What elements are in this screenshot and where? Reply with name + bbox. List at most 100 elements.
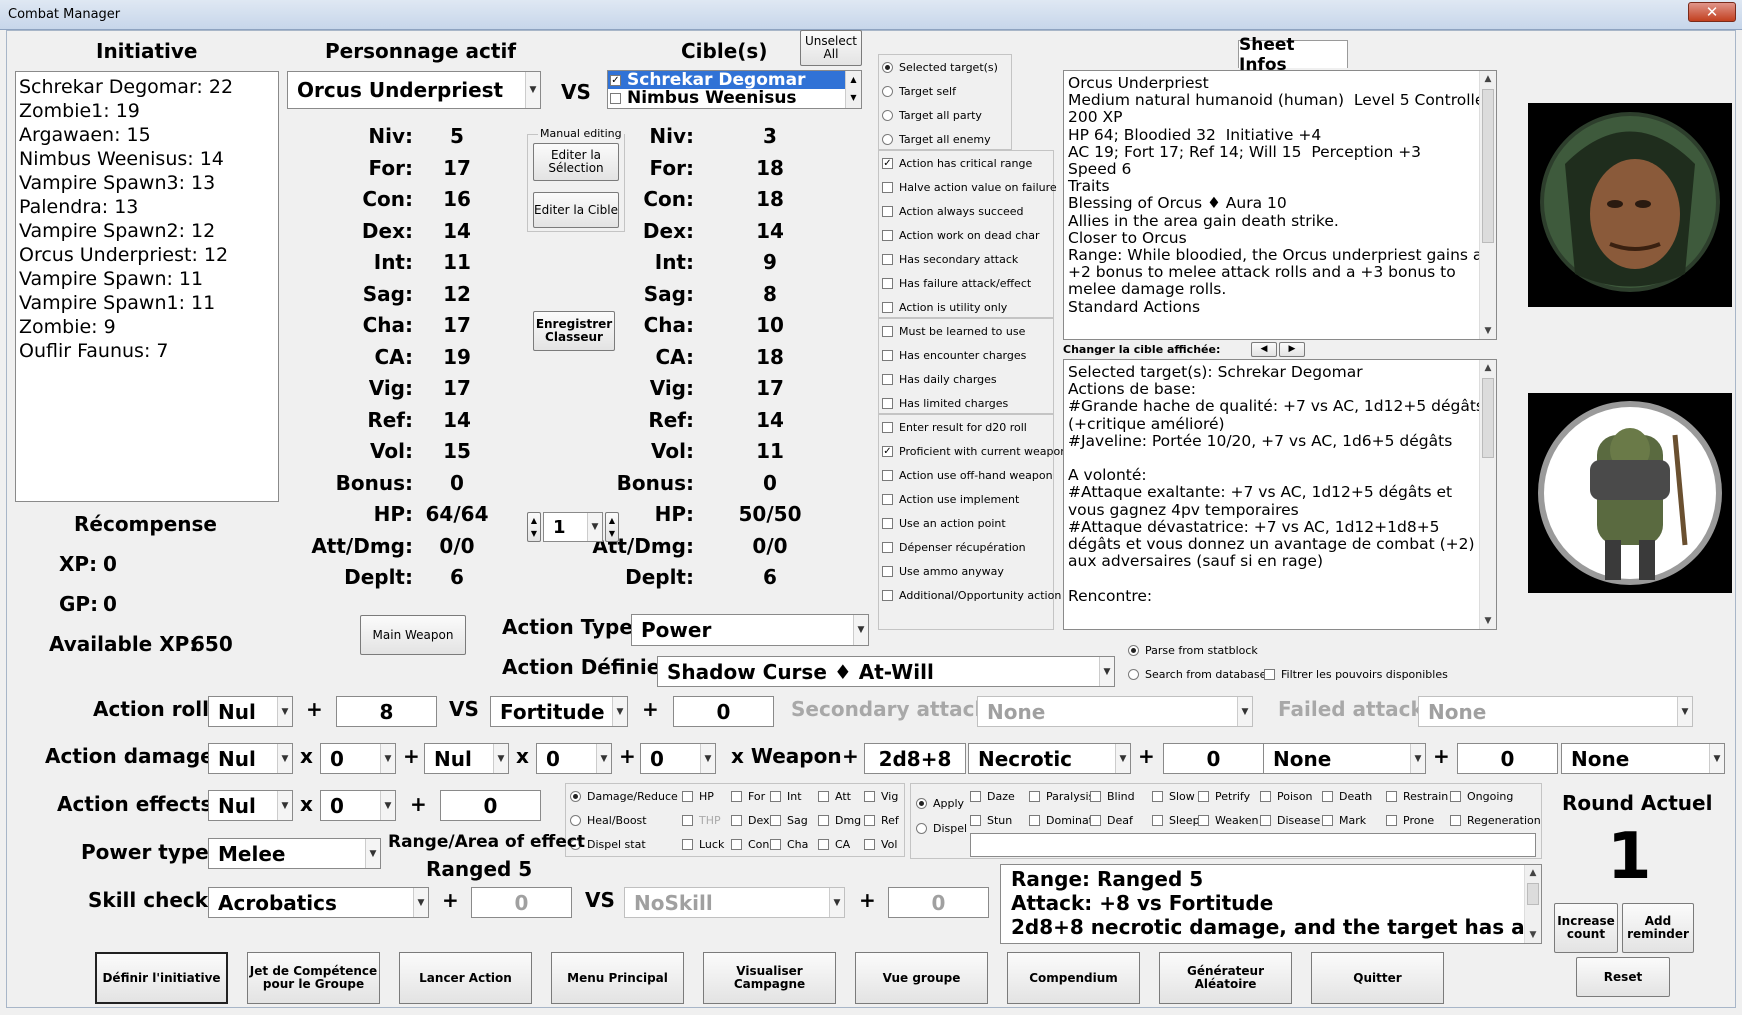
skill-bonus2-input[interactable]: 0 bbox=[888, 887, 989, 918]
effect-stat-checkbox[interactable]: For bbox=[731, 786, 765, 806]
target-list[interactable]: ✓ Schrekar Degomar Nimbus Weenisus ▲ ▼ bbox=[607, 70, 862, 109]
effect-type-select[interactable]: Nul ▼ bbox=[208, 790, 293, 821]
initiative-entry[interactable]: Palendra: 13 bbox=[19, 195, 275, 219]
skill-bonus-input[interactable]: 0 bbox=[471, 887, 572, 918]
initiative-entry[interactable]: Zombie: 9 bbox=[19, 315, 275, 339]
condition-checkbox[interactable]: Stun bbox=[970, 810, 1012, 830]
condition-checkbox[interactable]: Daze bbox=[970, 786, 1015, 806]
bottom-button-5[interactable]: Vue groupe bbox=[855, 952, 988, 1004]
scroll-thumb[interactable] bbox=[1482, 378, 1494, 458]
option-group3-5[interactable]: Dépenser récupération bbox=[882, 537, 1026, 557]
initiative-entry[interactable]: Vampire Spawn1: 11 bbox=[19, 291, 275, 315]
condition-checkbox[interactable]: Mark bbox=[1322, 810, 1366, 830]
condition-checkbox[interactable]: Disease bbox=[1260, 810, 1320, 830]
damage-type4-select[interactable]: None ▼ bbox=[1561, 743, 1725, 774]
condition-checkbox[interactable]: Weaken bbox=[1198, 810, 1258, 830]
scrollbar[interactable]: ▲ ▼ bbox=[1524, 865, 1541, 943]
option-targets-1[interactable]: Target self bbox=[882, 81, 956, 101]
apply-radio[interactable]: Apply bbox=[916, 793, 964, 813]
effect-stat-checkbox[interactable]: Con bbox=[731, 834, 769, 854]
initiative-entry[interactable]: Ouflir Faunus: 7 bbox=[19, 339, 275, 363]
option-group1-0[interactable]: ✓ Action has critical range bbox=[882, 153, 1032, 173]
effect-stat-checkbox[interactable]: Vol bbox=[864, 834, 897, 854]
initiative-entry[interactable]: Argawaen: 15 bbox=[19, 123, 275, 147]
option-group2-1[interactable]: Has encounter charges bbox=[882, 345, 1026, 365]
close-button[interactable]: ✕ bbox=[1688, 2, 1736, 22]
scroll-thumb[interactable] bbox=[1482, 89, 1494, 243]
option-group1-2[interactable]: Action always succeed bbox=[882, 201, 1024, 221]
sheet-info-text[interactable]: Orcus Underpriest Medium natural humanoi… bbox=[1063, 70, 1497, 340]
effect-stat-checkbox[interactable]: Luck bbox=[682, 834, 724, 854]
bottom-button-1[interactable]: Jet de Compétence pour le Groupe bbox=[247, 952, 380, 1004]
defense-select[interactable]: Fortitude ▼ bbox=[490, 696, 628, 727]
initiative-entry[interactable]: Orcus Underpriest: 12 bbox=[19, 243, 275, 267]
main-weapon-button[interactable]: Main Weapon bbox=[360, 615, 466, 655]
option-group3-4[interactable]: Use an action point bbox=[882, 513, 1006, 533]
damage-kind-select[interactable]: Necrotic ▼ bbox=[968, 743, 1131, 774]
skill-vs-select[interactable]: NoSkill ▼ bbox=[624, 887, 845, 918]
scrollbar[interactable]: ▲ ▼ bbox=[1479, 360, 1496, 629]
damage-dice-input[interactable]: 2d8+8 bbox=[864, 743, 966, 774]
option-targets-3[interactable]: Target all enemy bbox=[882, 129, 991, 149]
option-group3-3[interactable]: Action use implement bbox=[882, 489, 1019, 509]
initiative-list[interactable]: Schrekar Degomar: 22 Zombie1: 19 Argawaen:… bbox=[15, 71, 279, 502]
search-database-radio[interactable]: Search from database bbox=[1128, 664, 1266, 684]
secondary-attack-select[interactable]: None ▼ bbox=[977, 696, 1253, 727]
initiative-entry[interactable]: Zombie1: 19 bbox=[19, 99, 275, 123]
action-type-select[interactable]: Power ▼ bbox=[631, 614, 869, 646]
damage-val-select[interactable]: 0 ▼ bbox=[640, 743, 716, 774]
bottom-button-3[interactable]: Menu Principal bbox=[551, 952, 684, 1004]
effect-stat-checkbox[interactable]: Vig bbox=[864, 786, 898, 806]
option-group1-6[interactable]: Action is utility only bbox=[882, 297, 1007, 317]
hp-spinner-arrows-left[interactable]: ▲ ▼ bbox=[527, 512, 541, 542]
option-group3-7[interactable]: Additional/Opportunity action bbox=[882, 585, 1061, 605]
filter-powers-checkbox[interactable]: Filtrer les pouvoirs disponibles bbox=[1264, 664, 1448, 684]
previous-target-button[interactable]: ◀ bbox=[1251, 342, 1277, 357]
condition-checkbox[interactable]: Ongoing bbox=[1450, 786, 1513, 806]
bottom-button-0[interactable]: Définir l'initiative bbox=[95, 952, 228, 1004]
condition-checkbox[interactable]: Prone bbox=[1386, 810, 1434, 830]
effect-stat-checkbox[interactable]: Ref bbox=[864, 810, 899, 830]
effect-stat-checkbox[interactable]: Cha bbox=[770, 834, 808, 854]
effect-val-input[interactable]: 0 bbox=[440, 790, 541, 821]
scrollbar[interactable]: ▲ ▼ bbox=[845, 71, 861, 108]
scrollbar[interactable]: ▲ ▼ bbox=[1479, 71, 1496, 339]
action-defined-select[interactable]: Shadow Curse ♦ At-Will ▼ bbox=[657, 656, 1115, 687]
scroll-thumb[interactable] bbox=[1527, 883, 1539, 905]
bottom-button-7[interactable]: Générateur Aléatoire bbox=[1159, 952, 1292, 1004]
bottom-button-4[interactable]: Visualiser Campagne bbox=[703, 952, 836, 1004]
power-type-select[interactable]: Melee ▼ bbox=[208, 838, 381, 869]
option-targets-2[interactable]: Target all party bbox=[882, 105, 982, 125]
unselect-all-button[interactable]: Unselect All bbox=[800, 30, 862, 66]
initiative-entry[interactable]: Vampire Spawn2: 12 bbox=[19, 219, 275, 243]
option-targets-0[interactable]: Selected target(s) bbox=[882, 57, 998, 77]
tab-sheet-infos[interactable]: Sheet Infos bbox=[1238, 35, 1348, 75]
roll-type-select[interactable]: Nul ▼ bbox=[208, 696, 293, 727]
roll-bonus-input[interactable]: 8 bbox=[336, 696, 437, 727]
target-list-item[interactable]: Nimbus Weenisus bbox=[608, 88, 861, 108]
effect-mode-radio[interactable]: Heal/Boost bbox=[570, 810, 647, 830]
option-group1-4[interactable]: Has secondary attack bbox=[882, 249, 1018, 269]
condition-checkbox[interactable]: Sleep bbox=[1152, 810, 1200, 830]
damage-type3-select[interactable]: None ▼ bbox=[1263, 743, 1426, 774]
option-group1-3[interactable]: Action work on dead char bbox=[882, 225, 1040, 245]
effect-stat-checkbox[interactable]: Dmg bbox=[818, 810, 861, 830]
hp-spinner-arrows-right[interactable]: ▲ ▼ bbox=[605, 512, 619, 542]
edit-selection-button[interactable]: Editer la Sélection bbox=[533, 143, 619, 181]
initiative-entry[interactable]: Nimbus Weenisus: 14 bbox=[19, 147, 275, 171]
conditions-text-input[interactable] bbox=[970, 833, 1536, 857]
option-group2-2[interactable]: Has daily charges bbox=[882, 369, 997, 389]
effect-stat-checkbox[interactable]: THP bbox=[682, 810, 721, 830]
parse-statblock-radio[interactable]: Parse from statblock bbox=[1128, 640, 1258, 660]
dispel-radio[interactable]: Dispel bbox=[916, 818, 967, 838]
damage-type-select[interactable]: Nul ▼ bbox=[208, 743, 293, 774]
roll-extra-input[interactable]: 0 bbox=[673, 696, 774, 727]
option-group3-0[interactable]: Enter result for d20 roll bbox=[882, 417, 1027, 437]
option-group1-5[interactable]: Has failure attack/effect bbox=[882, 273, 1031, 293]
condition-checkbox[interactable]: Death bbox=[1322, 786, 1372, 806]
add-reminder-button[interactable]: Add reminder bbox=[1622, 903, 1694, 953]
effect-stat-checkbox[interactable]: Dex bbox=[731, 810, 770, 830]
effect-mult-select[interactable]: 0 ▼ bbox=[320, 790, 396, 821]
bottom-button-2[interactable]: Lancer Action bbox=[399, 952, 532, 1004]
condition-checkbox[interactable]: Blind bbox=[1090, 786, 1135, 806]
